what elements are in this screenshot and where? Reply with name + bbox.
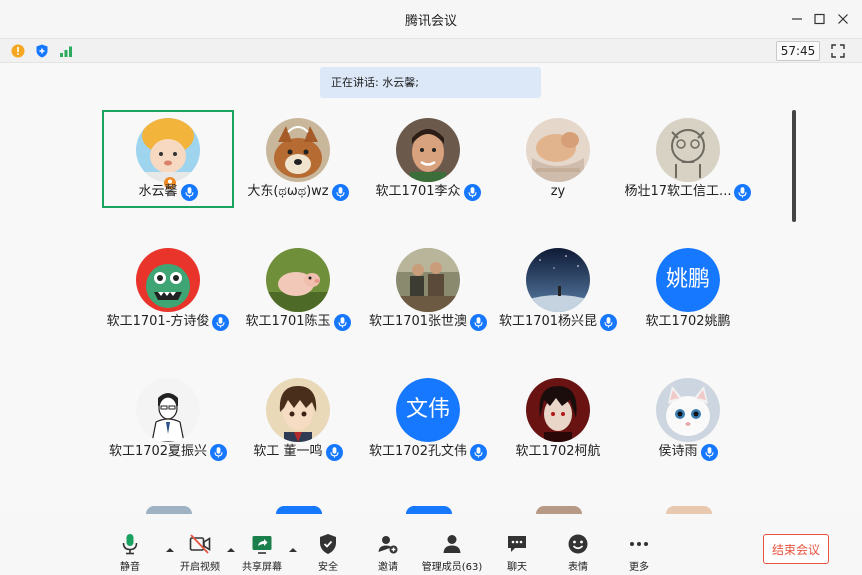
info-icon[interactable]: [10, 43, 26, 59]
security-button[interactable]: 安全: [310, 532, 346, 573]
emoji-label: 表情: [568, 562, 588, 573]
maximize-icon: [814, 13, 825, 25]
status-bar: 57:45: [0, 39, 862, 63]
invite-button[interactable]: 邀请: [370, 532, 406, 573]
avatar: 姚鹏: [656, 248, 720, 312]
mute-button[interactable]: 静音: [110, 532, 150, 573]
avatar: [396, 118, 460, 182]
partial-avatar: [666, 506, 712, 514]
microphone-icon: [122, 534, 138, 555]
chat-button[interactable]: 聊天: [500, 532, 534, 573]
chevron-up-icon: [166, 548, 174, 552]
invite-label: 邀请: [378, 562, 398, 573]
avatar: [526, 248, 590, 312]
participant-name: 杨壮17软工信工...: [624, 184, 732, 199]
avatar: [136, 118, 200, 182]
avatar: [526, 378, 590, 442]
signal-icon[interactable]: [58, 43, 74, 59]
participant-name: 侯诗雨: [658, 444, 698, 459]
chevron-up-icon: [289, 548, 297, 552]
close-icon: [838, 14, 848, 24]
video-label: 开启视频: [180, 562, 220, 573]
participant-tile[interactable]: 姚鹏 软工1702姚鹏: [622, 240, 754, 338]
manage-members-button[interactable]: 管理成员(63): [420, 532, 484, 573]
participant-name: 软工 董一鸣: [253, 444, 323, 459]
scrollbar-thumb[interactable]: [792, 110, 796, 222]
minimize-icon: [792, 18, 802, 20]
participant-name: 大东(ಥωಥ)wz: [247, 184, 329, 199]
participant-name: zy: [550, 184, 566, 199]
partial-avatar: [406, 506, 452, 514]
fullscreen-button[interactable]: [829, 42, 847, 60]
avatar: [266, 248, 330, 312]
meeting-timer: 57:45: [776, 41, 820, 61]
video-options-caret[interactable]: [226, 540, 236, 552]
avatar-initials: 文伟: [396, 378, 460, 442]
chat-icon: [508, 536, 526, 552]
members-icon: [443, 535, 461, 553]
share-options-caret[interactable]: [288, 540, 298, 552]
participant-name: 水云馨: [138, 184, 178, 199]
participant-tile[interactable]: 杨壮17软工信工...: [622, 110, 754, 208]
avatar: [136, 248, 200, 312]
emoji-button[interactable]: 表情: [561, 532, 595, 573]
avatar: 文伟: [396, 378, 460, 442]
emoji-icon: [568, 534, 588, 554]
avatar-initials: 姚鹏: [656, 248, 720, 312]
chevron-up-icon: [227, 548, 235, 552]
manage-members-label: 管理成员(63): [421, 562, 483, 573]
avatar: [266, 378, 330, 442]
avatar: [266, 118, 330, 182]
shield-icon[interactable]: [34, 43, 50, 59]
chat-label: 聊天: [507, 562, 527, 573]
avatar: [136, 378, 200, 442]
minimize-button[interactable]: [786, 8, 808, 30]
shield-icon: [320, 534, 336, 554]
fullscreen-icon: [831, 44, 845, 58]
partial-avatar: [536, 506, 582, 514]
share-screen-label: 共享屏幕: [242, 562, 282, 573]
audio-options-caret[interactable]: [165, 540, 175, 552]
avatar: [656, 118, 720, 182]
share-screen-icon: [252, 536, 272, 554]
add-user-icon: [378, 536, 398, 554]
participant-name: 软工1701李众: [375, 184, 461, 199]
end-meeting-button[interactable]: 结束会议: [763, 534, 829, 564]
mute-label: 静音: [120, 562, 140, 573]
avatar: [396, 248, 460, 312]
participant-name: 软工1701陈玉: [245, 314, 331, 329]
more-icon: [630, 542, 648, 546]
participant-name: 软工1702姚鹏: [645, 314, 731, 329]
video-off-icon: [189, 534, 211, 554]
mic-icon: [700, 443, 718, 461]
mic-icon: [734, 183, 752, 201]
security-label: 安全: [318, 562, 338, 573]
window-title: 腾讯会议: [404, 14, 457, 29]
avatar: [526, 118, 590, 182]
more-button[interactable]: 更多: [622, 532, 656, 573]
partial-avatar: [146, 506, 192, 514]
more-label: 更多: [629, 562, 649, 573]
meeting-toolbar: 静音 开启视频 共享屏幕 安全 邀请 管理成员(63) 聊天 表情 更多 结束会…: [0, 514, 862, 575]
participant-grid: 水云馨 大东(ಥωಥ)wz 软工1701李众 zy 杨壮17软工信工... 软工…: [100, 108, 780, 508]
meeting-window: 腾讯会议 57:45 正在讲话: 水云馨; 水云馨 大东(ಥωಥ)wz 软工17…: [0, 0, 862, 575]
partial-avatar: [276, 506, 322, 514]
title-bar: 腾讯会议: [0, 0, 862, 39]
avatar: [656, 378, 720, 442]
speaking-indicator: 正在讲话: 水云馨;: [320, 67, 541, 98]
participant-tile[interactable]: 侯诗雨: [622, 370, 754, 468]
close-button[interactable]: [832, 8, 854, 30]
maximize-button[interactable]: [808, 8, 830, 30]
video-button[interactable]: 开启视频: [176, 532, 224, 573]
share-screen-button[interactable]: 共享屏幕: [238, 532, 286, 573]
